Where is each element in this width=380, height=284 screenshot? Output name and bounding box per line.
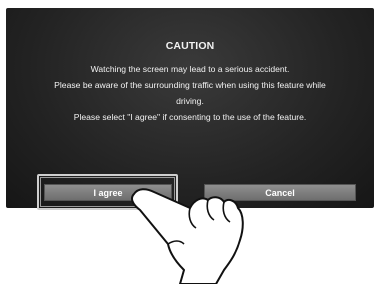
message-line-2: Please be aware of the surrounding traff… [54,80,326,90]
pointing-hand-icon [131,188,244,284]
message-line-4: Please select "I agree" if consenting to… [73,112,307,122]
cancel-label: Cancel [265,187,295,198]
caution-title: CAUTION [165,40,215,52]
message-line-3: driving. [176,96,204,106]
illustration: CAUTION Watching the screen may lead to … [0,0,380,284]
caution-message: Watching the screen may lead to a seriou… [6,61,374,125]
message-line-1: Watching the screen may lead to a seriou… [90,64,290,74]
